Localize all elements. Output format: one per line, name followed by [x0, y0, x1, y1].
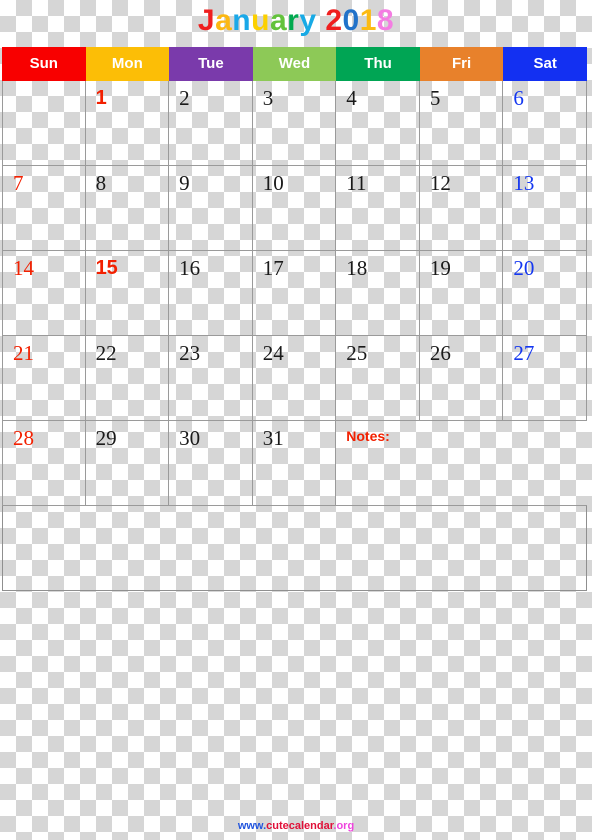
day-cell-14[interactable]: 14 — [2, 251, 86, 336]
day-cell-29[interactable]: 29 — [85, 421, 170, 506]
title-letter: y — [299, 4, 317, 37]
day-number: 6 — [513, 86, 524, 110]
day-cell-25[interactable]: 25 — [336, 336, 420, 421]
weekday-header-wed: Wed — [252, 47, 337, 81]
day-number: 7 — [13, 171, 24, 195]
day-number: 25 — [346, 341, 368, 365]
footer-text-part: .org — [333, 820, 355, 832]
footer-text-part: cutecalendar — [266, 820, 334, 832]
weekday-header-tue: Tue — [169, 47, 253, 81]
week-row: 28 29 30 31 Notes: — [2, 421, 587, 506]
day-cell-3[interactable]: 3 — [252, 81, 337, 166]
day-number: 26 — [429, 341, 451, 365]
day-number: 2 — [179, 86, 190, 110]
title-letter: a — [215, 4, 233, 37]
title-letter: 2 — [325, 4, 343, 37]
day-cell-18[interactable]: 18 — [336, 251, 420, 336]
title-letter: n — [232, 4, 252, 37]
day-number: 1 — [95, 87, 107, 109]
day-number: 28 — [13, 426, 34, 450]
title-letter: u — [251, 4, 270, 37]
day-cell-20[interactable]: 20 — [503, 251, 587, 336]
day-number: 24 — [262, 341, 284, 365]
notes-cell[interactable]: Notes: — [336, 421, 420, 506]
day-cell-1[interactable]: 1 — [85, 81, 170, 166]
day-number: 13 — [513, 171, 535, 195]
footer-website-link[interactable]: www.cutecalendar.org — [0, 820, 592, 832]
week-row: 14 15 16 17 18 19 20 — [2, 251, 587, 336]
week-row: 21 22 23 24 25 26 27 — [2, 336, 587, 421]
weekday-header-sun: Sun — [2, 47, 86, 81]
day-cell-30[interactable]: 30 — [169, 421, 253, 506]
day-number: 23 — [179, 341, 201, 365]
notes-area-box[interactable] — [2, 506, 587, 591]
day-cell-10[interactable]: 10 — [252, 166, 337, 251]
day-cell-22[interactable]: 22 — [85, 336, 170, 421]
day-number: 30 — [179, 426, 201, 450]
weekday-header-sat: Sat — [503, 47, 587, 81]
day-number: 27 — [513, 341, 535, 365]
day-cell-23[interactable]: 23 — [169, 336, 253, 421]
day-cell-19[interactable]: 19 — [419, 251, 504, 336]
day-number: 12 — [429, 171, 451, 195]
day-cell-2[interactable]: 2 — [169, 81, 253, 166]
day-number: 29 — [95, 426, 117, 450]
day-cell-15[interactable]: 15 — [85, 251, 170, 336]
day-number: 11 — [346, 171, 367, 195]
day-cell-26[interactable]: 26 — [419, 336, 504, 421]
week-row: 1 2 3 4 5 6 — [2, 81, 587, 166]
day-cell-8[interactable]: 8 — [85, 166, 170, 251]
day-cell-28[interactable]: 28 — [2, 421, 86, 506]
title-letter: J — [197, 4, 216, 37]
calendar-grid: Sun Mon Tue Wed Thu Fri Sat 1 2 3 4 5 6 7 8 9 10 11 12 13 1… — [2, 47, 587, 591]
title-letter: a — [269, 4, 288, 37]
day-cell-empty — [2, 81, 86, 166]
day-cell-4[interactable]: 4 — [336, 81, 420, 166]
day-cell-9[interactable]: 9 — [169, 166, 253, 251]
day-cell-16[interactable]: 16 — [169, 251, 253, 336]
week-row: 7 8 9 10 11 12 13 — [2, 166, 587, 251]
notes-cell-continuation[interactable] — [419, 421, 504, 506]
day-number: 17 — [262, 256, 284, 280]
day-cell-31[interactable]: 31 — [252, 421, 337, 506]
footer-text-part: www. — [237, 820, 267, 832]
weekday-header-mon: Mon — [85, 47, 170, 81]
weekday-header-fri: Fri — [419, 47, 504, 81]
title-letter: 1 — [359, 4, 377, 37]
day-cell-21[interactable]: 21 — [2, 336, 86, 421]
day-number: 9 — [179, 171, 190, 195]
day-number: 15 — [95, 257, 118, 279]
weekday-header-thu: Thu — [336, 47, 420, 81]
day-cell-12[interactable]: 12 — [419, 166, 504, 251]
day-number: 19 — [429, 256, 451, 280]
day-cell-5[interactable]: 5 — [419, 81, 504, 166]
day-number: 4 — [346, 86, 357, 110]
day-number: 22 — [95, 341, 117, 365]
day-cell-27[interactable]: 27 — [503, 336, 587, 421]
day-number: 10 — [262, 171, 284, 195]
day-cell-11[interactable]: 11 — [336, 166, 420, 251]
day-cell-7[interactable]: 7 — [2, 166, 86, 251]
day-number: 5 — [429, 86, 441, 110]
day-number: 16 — [179, 256, 201, 280]
calendar-weeks: 1 2 3 4 5 6 7 8 9 10 11 12 13 14 15 16 17 18 19 20 21 22 23 24 2… — [2, 81, 587, 506]
day-number: 18 — [346, 256, 368, 280]
day-number: 3 — [262, 86, 274, 110]
notes-cell-continuation[interactable] — [503, 421, 587, 506]
day-number: 31 — [262, 426, 284, 450]
day-number: 8 — [95, 171, 107, 195]
day-number: 14 — [13, 256, 34, 280]
title-letter: r — [287, 4, 300, 37]
day-number: 20 — [513, 256, 535, 280]
day-cell-24[interactable]: 24 — [252, 336, 337, 421]
day-cell-6[interactable]: 6 — [503, 81, 587, 166]
day-cell-17[interactable]: 17 — [252, 251, 337, 336]
title-letter: 8 — [376, 4, 395, 37]
weekday-header-row: Sun Mon Tue Wed Thu Fri Sat — [2, 47, 587, 81]
day-number: 21 — [13, 341, 34, 365]
title-letter: 0 — [342, 4, 360, 37]
page-title: January 2018 — [0, 0, 592, 42]
day-cell-13[interactable]: 13 — [503, 166, 587, 251]
notes-label: Notes: — [346, 428, 390, 444]
